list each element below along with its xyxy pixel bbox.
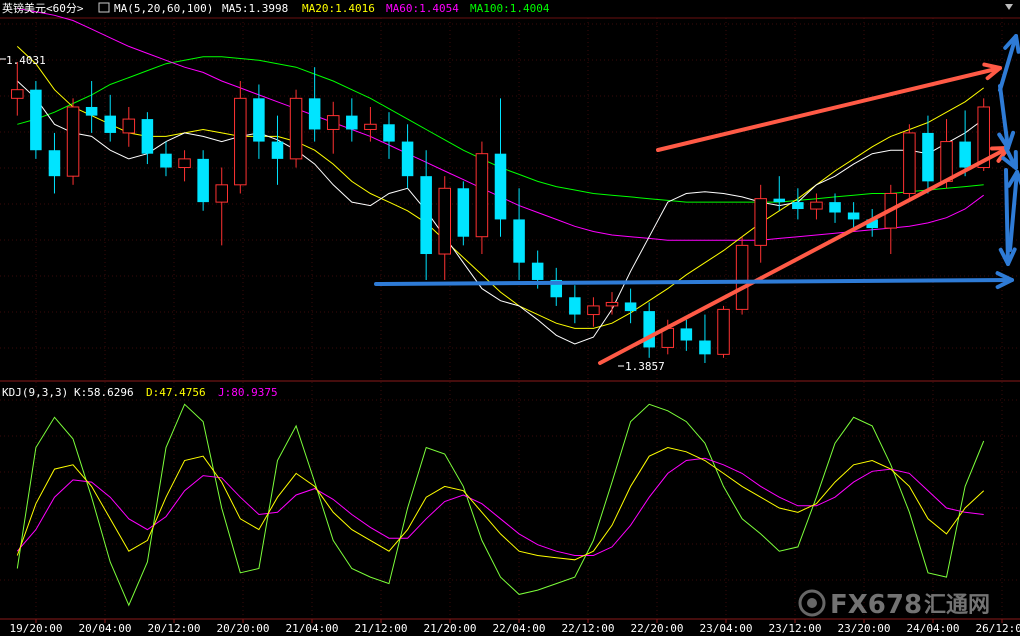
candle-body-down	[643, 311, 655, 348]
candle-body-down	[494, 153, 507, 220]
x-tick-label: 23/12:00	[769, 622, 822, 635]
x-tick-label: 20/04:00	[79, 622, 132, 635]
ma20-value: MA20:1.4016	[302, 2, 375, 15]
candle-body-down	[624, 302, 637, 312]
candle-body-down	[569, 297, 581, 315]
x-tick-label: 22/12:00	[562, 622, 615, 635]
candle-body-up	[122, 118, 136, 134]
ma-params-label: MA(5,20,60,100)	[114, 2, 213, 15]
ma100-value: MA100:1.4004	[470, 2, 550, 15]
kdj-params-label: KDJ(9,3,3)	[2, 386, 68, 399]
candle-body-down	[141, 119, 154, 154]
candle-body-up	[215, 184, 228, 203]
x-tick-label: 26/12:00	[976, 622, 1020, 635]
candle-body-down	[847, 212, 860, 220]
candle-body-down	[160, 153, 172, 168]
candle-body-down	[922, 132, 934, 182]
x-tick-label: 19/20:00	[10, 622, 63, 635]
candle-body-up	[438, 187, 452, 255]
candle-body-down	[959, 141, 971, 168]
x-tick-label: 22/04:00	[493, 622, 546, 635]
candle-body-down	[513, 219, 525, 263]
candle-body-down	[346, 115, 358, 130]
candle-body-up	[234, 97, 247, 186]
low-price-label: 1.3857	[625, 360, 665, 373]
x-tick-label: 23/04:00	[700, 622, 753, 635]
candle-body-up	[605, 301, 619, 307]
candle-body-up	[326, 115, 340, 130]
symbol-label[interactable]: 英镑美元<60分>	[2, 1, 84, 15]
candle-body-down	[531, 262, 544, 280]
candle-body-up	[903, 132, 916, 194]
kdj-k-value: K:58.6296	[74, 386, 134, 399]
candle-body-down	[383, 124, 395, 142]
candle-body-down	[197, 158, 209, 203]
candle-body-up	[364, 123, 377, 130]
candle-body-down	[457, 188, 470, 237]
kdj-d-value: D:47.4756	[146, 386, 206, 399]
candle-body-up	[754, 198, 767, 246]
candle-body-down	[699, 340, 711, 355]
candle-body-up	[475, 153, 489, 238]
candle-body-up	[11, 89, 24, 99]
x-tick-label: 22/20:00	[631, 622, 684, 635]
x-tick-label: 20/12:00	[148, 622, 201, 635]
x-tick-label: 24/04:00	[907, 622, 960, 635]
candle-body-down	[792, 202, 804, 210]
x-tick-label: 21/12:00	[355, 622, 408, 635]
candle-body-up	[289, 97, 303, 160]
ma60-value: MA60:1.4054	[386, 2, 459, 15]
blue-down-arrow-3	[1004, 168, 1010, 266]
x-tick-label: 21/20:00	[424, 622, 477, 635]
candle-body-up	[587, 305, 600, 316]
x-tick-label: 20/20:00	[217, 622, 270, 635]
candle-body-up	[717, 308, 730, 355]
high-price-label: 1.4031	[6, 54, 46, 67]
kdj-j-value: J:80.9375	[218, 386, 278, 399]
candle-body-up	[735, 244, 749, 310]
watermark-text: FX678	[830, 590, 922, 620]
candle-body-down	[401, 141, 414, 177]
candle-body-down	[271, 141, 284, 159]
candle-body-down	[30, 89, 42, 151]
candle-body-down	[829, 202, 841, 213]
candle-body-down	[420, 176, 432, 255]
watermark-cn-text: 汇通网	[924, 593, 990, 618]
candle-body-down	[104, 115, 116, 133]
candle-body-down	[48, 150, 61, 177]
candle-body-down	[85, 106, 98, 116]
candle-body-down	[773, 198, 786, 203]
candle-body-down	[253, 98, 265, 142]
ma5-value: MA5:1.3998	[222, 2, 288, 15]
candle-body-up	[810, 201, 823, 210]
forex-chart: 19/20:00 20/04:00 20/12:00 20/20:00 21/04:00…	[0, 0, 1020, 636]
candle-body-up	[940, 141, 953, 182]
candle-body-up	[178, 158, 191, 169]
x-tick-label: 21/04:00	[286, 622, 339, 635]
candle-body-up	[66, 106, 80, 177]
candle-body-down	[308, 98, 321, 130]
x-axis: 19/20:00 20/04:00 20/12:00 20/20:00 21/04:00…	[10, 619, 1020, 635]
x-tick-label: 23/20:00	[838, 622, 891, 635]
candle-body-down	[680, 328, 693, 341]
